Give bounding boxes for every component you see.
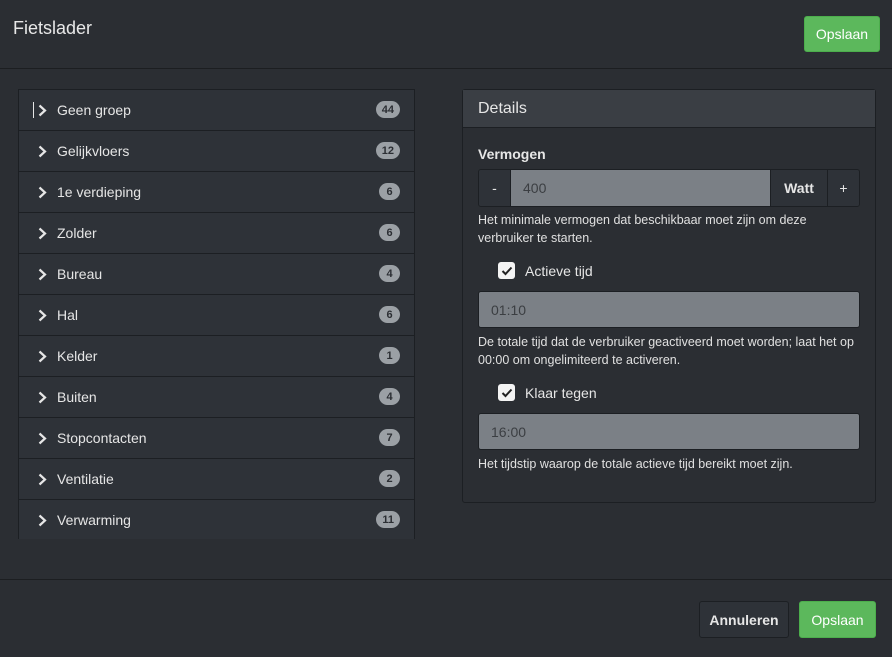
details-panel: Details Vermogen - 400 Watt + Het minima… xyxy=(462,89,876,503)
details-panel-title: Details xyxy=(463,90,875,128)
focus-indicator xyxy=(33,102,34,118)
group-count-badge: 6 xyxy=(379,224,400,241)
group-count-badge: 2 xyxy=(379,470,400,487)
dialog-footer: Annuleren Opslaan xyxy=(0,579,892,657)
group-item-label: Hal xyxy=(57,307,79,323)
dialog-header: Fietslader Opslaan xyxy=(0,0,892,69)
group-count-badge: 6 xyxy=(379,306,400,323)
power-decrease-button[interactable]: - xyxy=(479,170,510,206)
group-list: Geen groep 44 Gelijkvloers 12 1e verdiep… xyxy=(18,89,415,539)
ready-by-checkbox-row[interactable]: Klaar tegen xyxy=(498,384,597,401)
chevron-right-icon xyxy=(35,513,49,527)
group-item-gelijkvloers[interactable]: Gelijkvloers 12 xyxy=(18,130,415,171)
group-list-container: Geen groep 44 Gelijkvloers 12 1e verdiep… xyxy=(18,89,432,539)
save-button[interactable]: Opslaan xyxy=(799,601,876,638)
active-time-label: Actieve tijd xyxy=(525,262,593,279)
chevron-right-icon xyxy=(35,226,49,240)
active-time-checkbox-row[interactable]: Actieve tijd xyxy=(498,262,593,279)
group-item-label: Gelijkvloers xyxy=(57,143,130,159)
group-item-label: Buiten xyxy=(57,389,97,405)
group-item-stopcontacten[interactable]: Stopcontacten 7 xyxy=(18,417,415,458)
group-count-badge: 4 xyxy=(379,265,400,282)
group-count-badge: 4 xyxy=(379,388,400,405)
chevron-right-icon xyxy=(35,267,49,281)
chevron-right-icon xyxy=(35,431,49,445)
group-item-label: Verwarming xyxy=(57,512,131,528)
group-item-hal[interactable]: Hal 6 xyxy=(18,294,415,335)
group-item-label: Ventilatie xyxy=(57,471,114,487)
dialog-title: Fietslader xyxy=(13,18,93,38)
group-item-label: 1e verdieping xyxy=(57,184,142,200)
chevron-right-icon xyxy=(35,472,49,486)
group-count-badge: 1 xyxy=(379,347,400,364)
chevron-right-icon xyxy=(35,390,49,404)
chevron-right-icon xyxy=(35,144,49,158)
active-time-help-text: De totale tijd dat de verbruiker geactiv… xyxy=(478,335,854,367)
save-button-top[interactable]: Opslaan xyxy=(804,16,880,52)
group-count-badge: 11 xyxy=(376,511,400,528)
group-item-label: Bureau xyxy=(57,266,103,282)
chevron-right-icon xyxy=(35,308,49,322)
chevron-right-icon xyxy=(35,349,49,363)
power-increase-button[interactable]: + xyxy=(828,170,859,206)
ready-by-label: Klaar tegen xyxy=(525,384,597,401)
power-label: Vermogen xyxy=(478,146,546,162)
checkmark-icon[interactable] xyxy=(498,384,515,401)
group-item-label: Kelder xyxy=(57,348,98,364)
group-item-zolder[interactable]: Zolder 6 xyxy=(18,212,415,253)
power-input-group: - 400 Watt + xyxy=(478,169,860,207)
group-item-label: Zolder xyxy=(57,225,97,241)
cancel-button[interactable]: Annuleren xyxy=(699,601,789,638)
group-item-verwarming[interactable]: Verwarming 11 xyxy=(18,499,415,539)
ready-by-help-text: Het tijdstip waarop de totale actieve ti… xyxy=(478,457,793,471)
group-count-badge: 6 xyxy=(379,183,400,200)
group-item-label: Stopcontacten xyxy=(57,430,147,446)
group-item-buiten[interactable]: Buiten 4 xyxy=(18,376,415,417)
group-count-badge: 12 xyxy=(375,142,400,159)
group-item-geen-groep[interactable]: Geen groep 44 xyxy=(18,89,415,130)
group-item-kelder[interactable]: Kelder 1 xyxy=(18,335,415,376)
power-input[interactable]: 400 xyxy=(510,170,771,206)
ready-by-input[interactable]: 16:00 xyxy=(478,413,860,450)
chevron-right-icon xyxy=(35,185,49,199)
group-item-bureau[interactable]: Bureau 4 xyxy=(18,253,415,294)
power-unit: Watt xyxy=(771,170,828,206)
active-time-input[interactable]: 01:10 xyxy=(478,291,860,328)
power-help-text: Het minimale vermogen dat beschikbaar mo… xyxy=(478,213,807,245)
group-count-badge: 7 xyxy=(379,429,400,446)
group-item-ventilatie[interactable]: Ventilatie 2 xyxy=(18,458,415,499)
group-item-label: Geen groep xyxy=(57,102,131,118)
chevron-right-icon xyxy=(35,103,49,117)
checkmark-icon[interactable] xyxy=(498,262,515,279)
group-item-1e-verdieping[interactable]: 1e verdieping 6 xyxy=(18,171,415,212)
group-count-badge: 44 xyxy=(375,101,400,118)
